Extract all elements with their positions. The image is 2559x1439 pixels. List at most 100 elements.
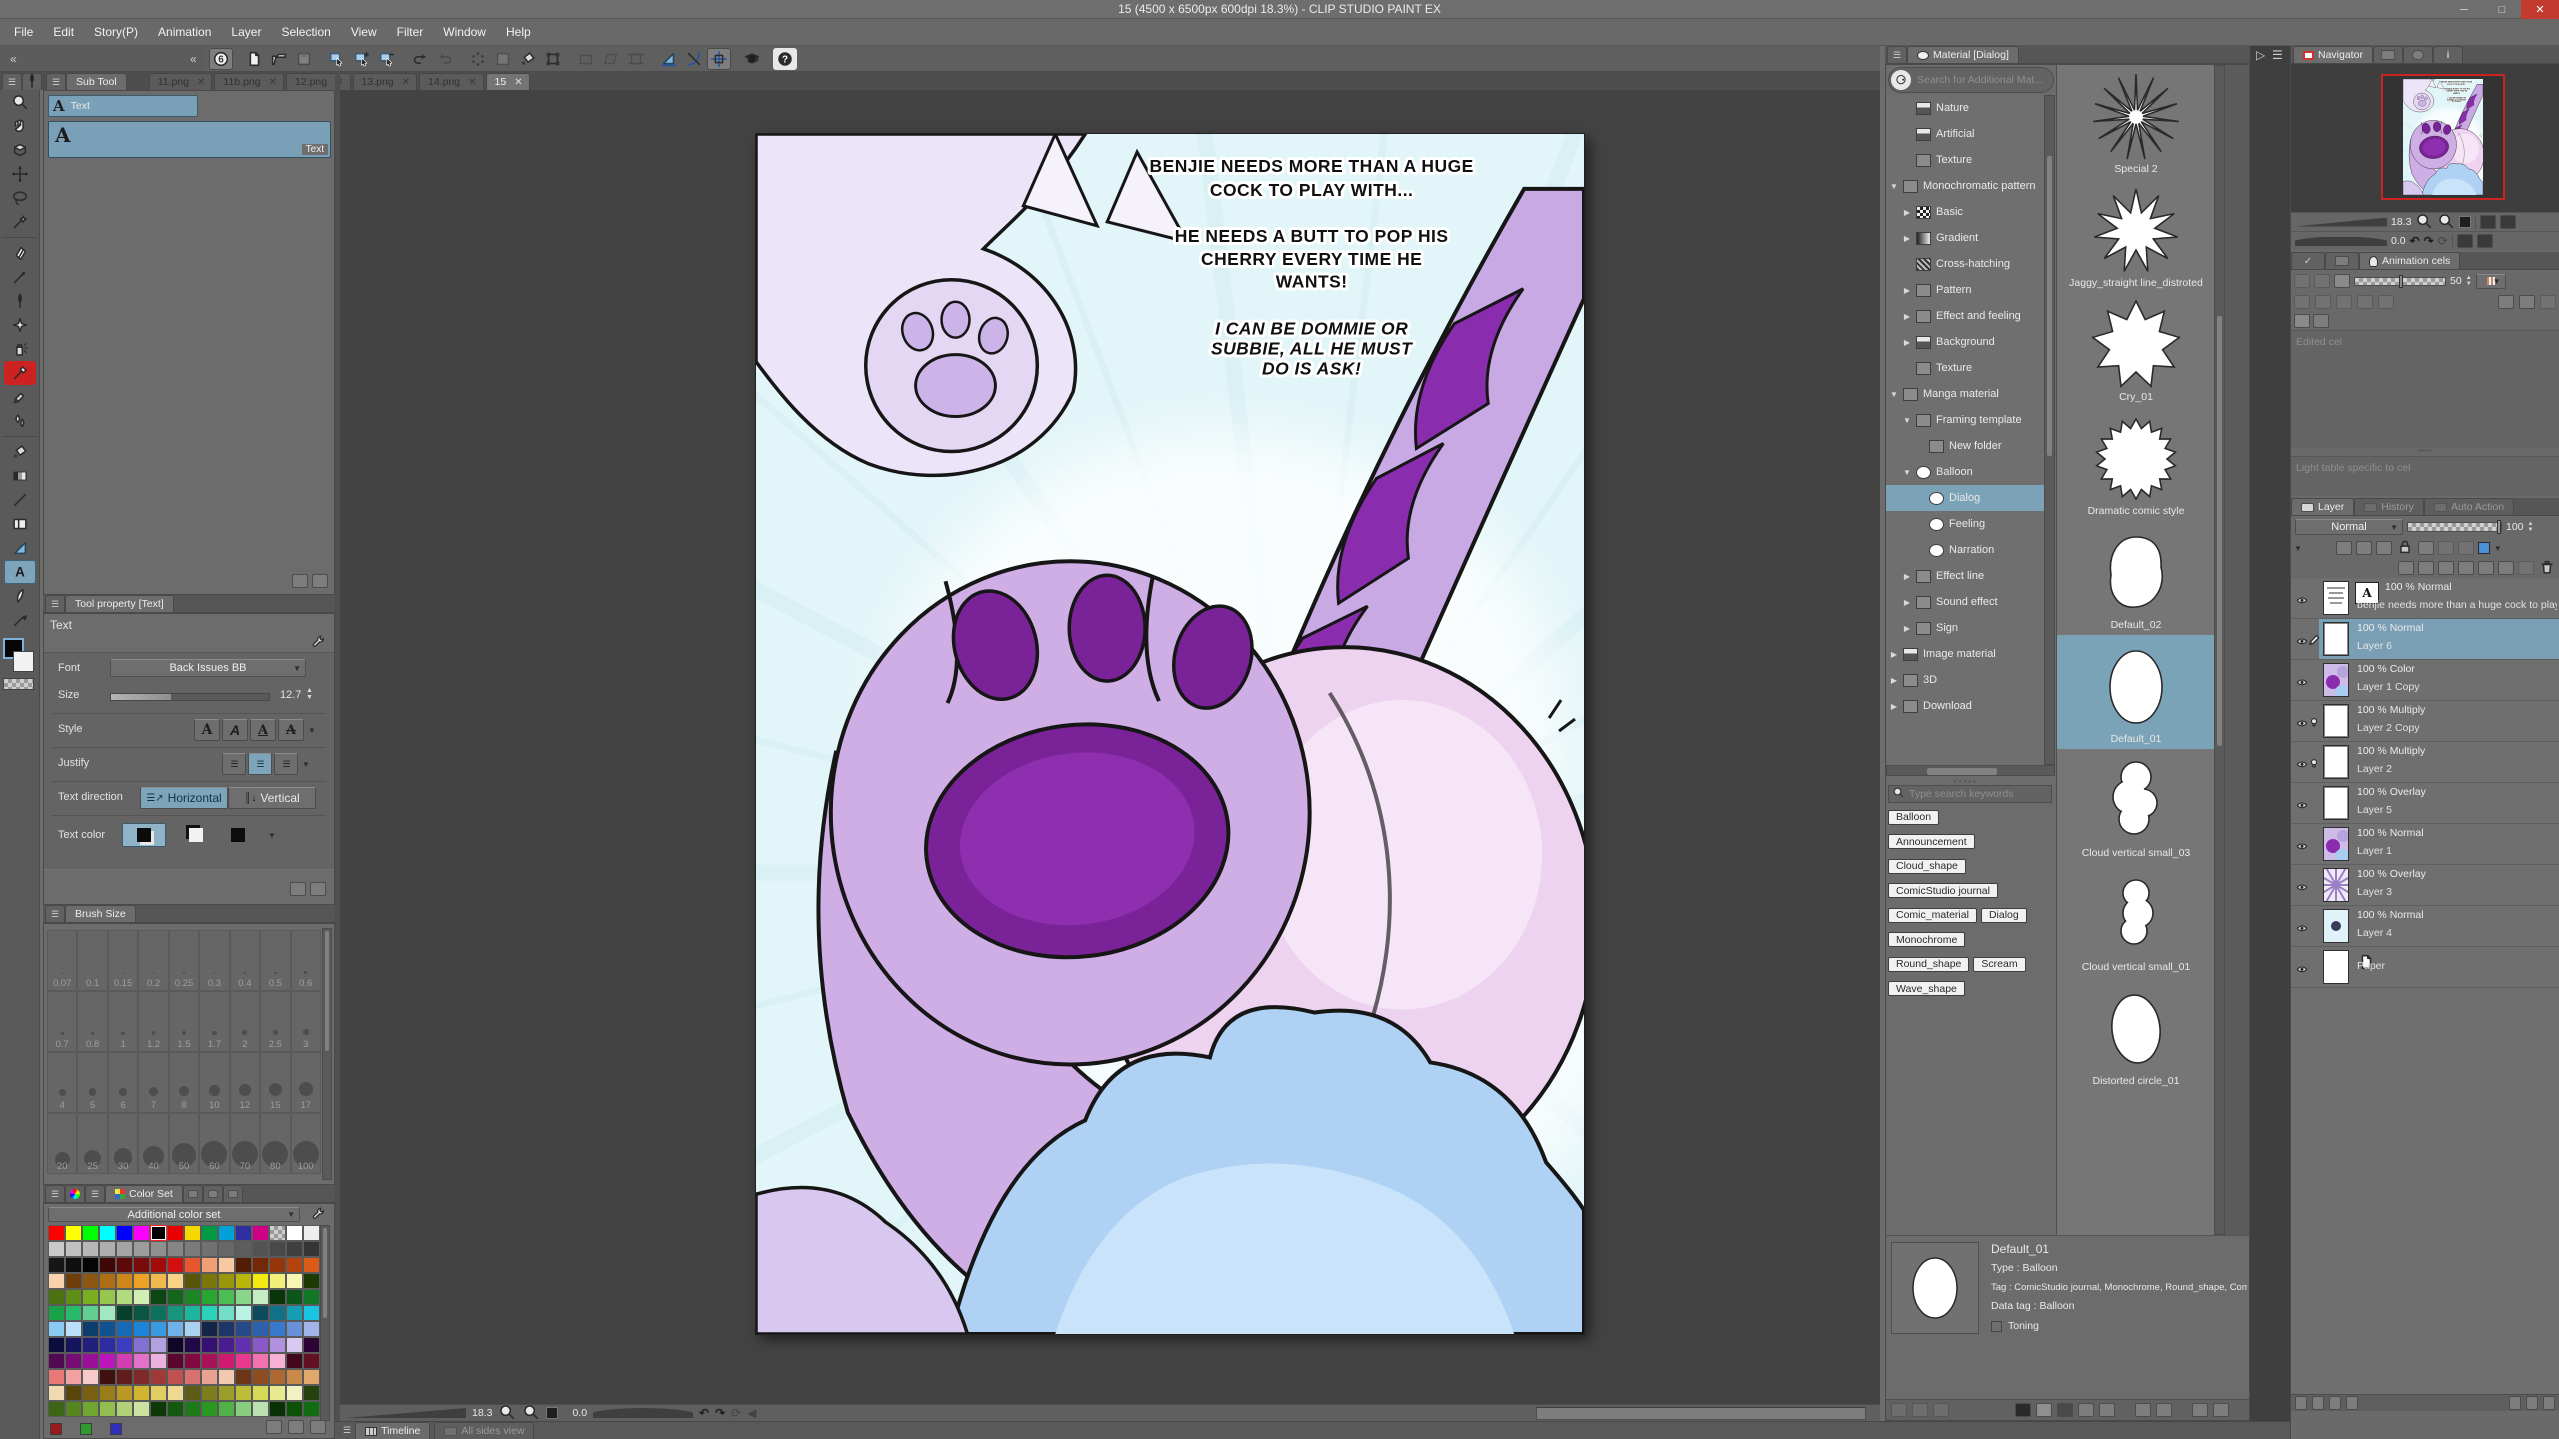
color-swatch[interactable] xyxy=(252,1273,269,1289)
color-swatch[interactable] xyxy=(167,1289,184,1305)
color-swatch[interactable] xyxy=(150,1385,167,1401)
brush-size-menu-tab[interactable]: ☰ xyxy=(45,905,65,922)
ruler-range-icon[interactable] xyxy=(2458,541,2474,555)
layer-panel-opt1-icon[interactable] xyxy=(2295,1396,2307,1410)
nav-rotate-cw-icon[interactable]: ↷ xyxy=(2424,234,2434,248)
material-item-special-2[interactable]: Special 2 xyxy=(2057,65,2214,179)
font-dropdown[interactable]: Back Issues BB▼ xyxy=(110,659,306,677)
color-swatch[interactable] xyxy=(133,1273,150,1289)
color-swatch[interactable] xyxy=(303,1257,320,1273)
color-swatch[interactable] xyxy=(48,1321,65,1337)
tree-item-texture[interactable]: Texture xyxy=(1886,355,2044,381)
snap-special-button[interactable] xyxy=(682,48,706,70)
color-swatch[interactable] xyxy=(201,1385,218,1401)
copy-cel-icon[interactable] xyxy=(2519,295,2535,309)
color-swatch[interactable] xyxy=(133,1321,150,1337)
crop-button[interactable] xyxy=(624,48,648,70)
brush-size-7[interactable]: 7 xyxy=(138,1052,168,1113)
skew-button[interactable] xyxy=(599,48,623,70)
tree-expander-icon[interactable]: ▶ xyxy=(1890,650,1898,659)
color-swatch[interactable] xyxy=(48,1385,65,1401)
recent-color-chip[interactable] xyxy=(50,1423,62,1435)
color-swatch[interactable] xyxy=(303,1305,320,1321)
color-swatch[interactable] xyxy=(167,1385,184,1401)
select-sub-button[interactable] xyxy=(375,48,399,70)
fill-tool-button[interactable] xyxy=(516,48,540,70)
color-swatch[interactable] xyxy=(303,1225,320,1241)
tree-expander-icon[interactable]: ▶ xyxy=(1903,624,1911,633)
color-swatch[interactable] xyxy=(116,1353,133,1369)
color-swatch[interactable] xyxy=(133,1401,150,1417)
brush-size-0.3[interactable]: 0.3 xyxy=(199,930,229,991)
brush-size-30[interactable]: 30 xyxy=(108,1113,138,1174)
color-slider-tab[interactable]: ☰ xyxy=(85,1185,105,1202)
tree-item-basic[interactable]: ▶Basic xyxy=(1886,199,2044,225)
rotation-slider[interactable] xyxy=(593,1408,693,1418)
tool-airbrush[interactable] xyxy=(4,337,36,361)
color-swatch[interactable] xyxy=(116,1321,133,1337)
layer-row-layer-2[interactable]: 100 % MultiplyLayer 2 xyxy=(2291,742,2559,783)
layer-row-benjie-needs-more-than-a-huge-cock-to-play-with-he[interactable]: A100 % Normalbenjie needs more than a hu… xyxy=(2291,578,2559,619)
color-swatch[interactable] xyxy=(184,1369,201,1385)
color-swatch[interactable] xyxy=(269,1369,286,1385)
color-swatch[interactable] xyxy=(150,1273,167,1289)
color-swatch[interactable] xyxy=(286,1353,303,1369)
navigator-zoom-slider[interactable] xyxy=(2295,218,2387,227)
list-view-icon[interactable] xyxy=(2036,1403,2052,1417)
brush-size-0.15[interactable]: 0.15 xyxy=(108,930,138,991)
invert-selection-button[interactable] xyxy=(491,48,515,70)
scale-button[interactable] xyxy=(574,48,598,70)
lock-cel-icon[interactable] xyxy=(2315,295,2331,309)
layer-panel-opt6-icon[interactable] xyxy=(2526,1396,2538,1410)
register-cel-icon[interactable] xyxy=(2294,295,2310,309)
open-cel-folder-icon[interactable] xyxy=(2498,295,2514,309)
color-swatch[interactable] xyxy=(150,1353,167,1369)
flip-horizontal-icon[interactable] xyxy=(2480,215,2496,229)
color-swatch[interactable] xyxy=(218,1225,235,1241)
text-color-main[interactable] xyxy=(122,823,166,847)
color-swatch[interactable] xyxy=(65,1401,82,1417)
color-swatch[interactable] xyxy=(286,1321,303,1337)
register-color-icon[interactable] xyxy=(266,1420,282,1434)
color-swatch[interactable] xyxy=(133,1257,150,1273)
color-swatch[interactable] xyxy=(201,1321,218,1337)
size-slider[interactable] xyxy=(110,693,270,701)
material-settings-gear-icon[interactable] xyxy=(2192,1403,2208,1417)
direction-horizontal-button[interactable]: ☰↗Horizontal xyxy=(140,787,228,809)
draft-layer-icon[interactable] xyxy=(2356,541,2372,555)
menu-file[interactable]: File xyxy=(4,19,43,45)
color-swatch[interactable] xyxy=(167,1369,184,1385)
rotate-ccw-icon[interactable]: ↶ xyxy=(699,1406,709,1420)
color-set-wrench-icon[interactable] xyxy=(311,1206,326,1224)
color-swatch[interactable] xyxy=(82,1225,99,1241)
layer-filter-dropdown[interactable]: ▼ xyxy=(2294,544,2302,553)
color-swatch[interactable] xyxy=(303,1321,320,1337)
color-swatch[interactable] xyxy=(65,1289,82,1305)
brush-size-80[interactable]: 80 xyxy=(260,1113,290,1174)
layer-color-icon[interactable] xyxy=(2478,542,2490,554)
toggle-light-table-icon[interactable] xyxy=(2313,314,2329,328)
color-swatch[interactable] xyxy=(201,1225,218,1241)
color-swatch[interactable] xyxy=(218,1241,235,1257)
tab-animation-cels[interactable]: Animation cels xyxy=(2359,252,2460,269)
material-item-distorted-circle-01[interactable]: Distorted circle_01 xyxy=(2057,977,2214,1091)
color-swatch[interactable] xyxy=(48,1337,65,1353)
color-swatch[interactable] xyxy=(82,1401,99,1417)
brush-size-0.07[interactable]: 0.07 xyxy=(47,930,77,991)
document-tab-12.png[interactable]: 12.png✕ xyxy=(286,73,351,90)
color-swatch[interactable] xyxy=(303,1353,320,1369)
tool-correct-line[interactable] xyxy=(4,608,36,632)
color-swatch[interactable] xyxy=(269,1353,286,1369)
document-tab-11b.png[interactable]: 11b.png✕ xyxy=(214,73,284,90)
brush-size-0.1[interactable]: 0.1 xyxy=(77,930,107,991)
color-swatch[interactable] xyxy=(303,1273,320,1289)
color-swatch[interactable] xyxy=(218,1369,235,1385)
brush-size-5[interactable]: 5 xyxy=(77,1052,107,1113)
color-swatch[interactable] xyxy=(150,1337,167,1353)
collapse-left-panels-icon[interactable]: « xyxy=(190,52,195,66)
color-swatch[interactable] xyxy=(252,1241,269,1257)
brush-size-17[interactable]: 17 xyxy=(291,1052,321,1113)
approx-color-tab[interactable] xyxy=(203,1185,223,1202)
color-swatch[interactable] xyxy=(99,1241,116,1257)
color-swatch[interactable] xyxy=(252,1305,269,1321)
